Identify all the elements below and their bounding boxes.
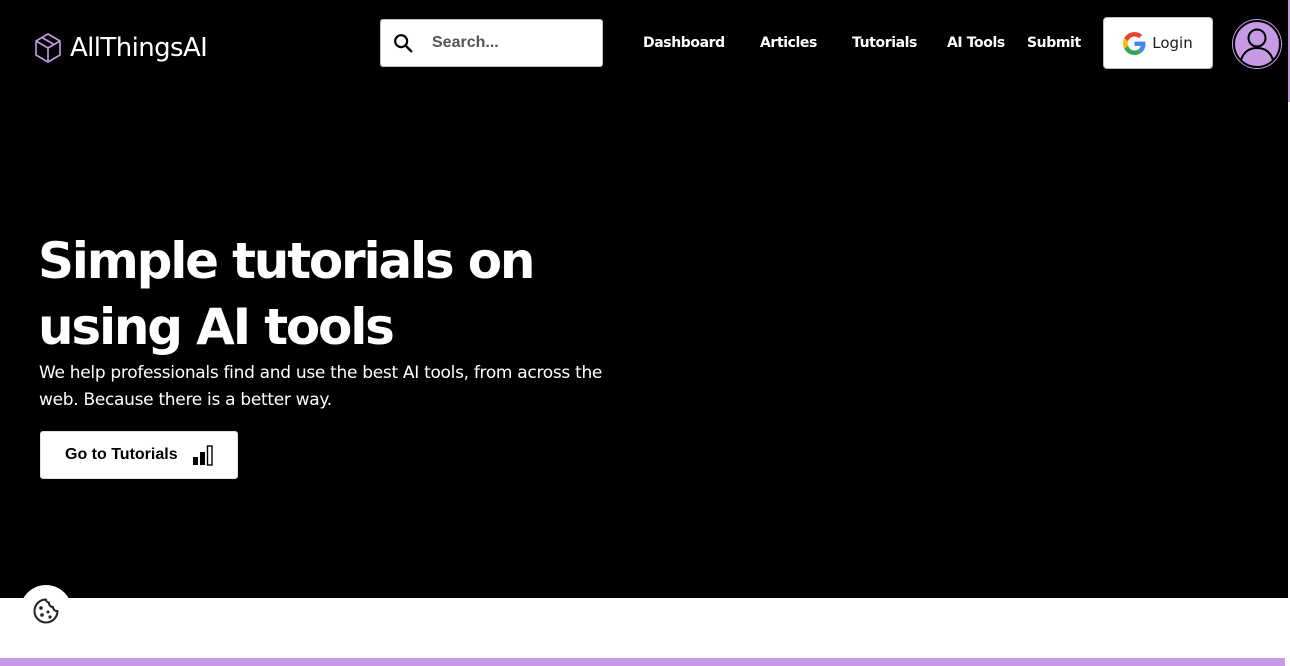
cookie-settings-button[interactable]	[20, 585, 72, 637]
nav-submit[interactable]: Submit	[1027, 33, 1081, 53]
nav-tutorials[interactable]: Tutorials	[852, 33, 917, 53]
bar-chart-icon	[192, 445, 213, 466]
login-label: Login	[1152, 34, 1193, 52]
nav-dashboard[interactable]: Dashboard	[643, 33, 725, 53]
search-icon	[394, 34, 413, 53]
hero-title: Simple tutorials on using AI tools	[38, 232, 535, 356]
cta-label: Go to Tutorials	[65, 446, 178, 463]
hero-subtitle: We help professionals find and use the b…	[39, 363, 603, 410]
search-input[interactable]	[430, 33, 580, 53]
accent-bar	[0, 658, 1285, 666]
cookie-icon	[33, 598, 59, 624]
user-avatar[interactable]	[1232, 19, 1282, 69]
nav-ai-tools[interactable]: AI Tools	[947, 33, 1005, 53]
user-icon	[1233, 20, 1281, 68]
google-login-button[interactable]: Login	[1103, 17, 1213, 69]
hexagon-cube-icon	[35, 33, 61, 63]
search-box[interactable]	[380, 19, 603, 67]
brand-logo[interactable]: AllThingsAI	[32, 30, 208, 66]
nav-articles[interactable]: Articles	[760, 33, 817, 53]
go-to-tutorials-button[interactable]: Go to Tutorials	[40, 431, 238, 479]
google-icon	[1123, 31, 1146, 55]
brand-name: AllThingsAI	[70, 33, 208, 63]
